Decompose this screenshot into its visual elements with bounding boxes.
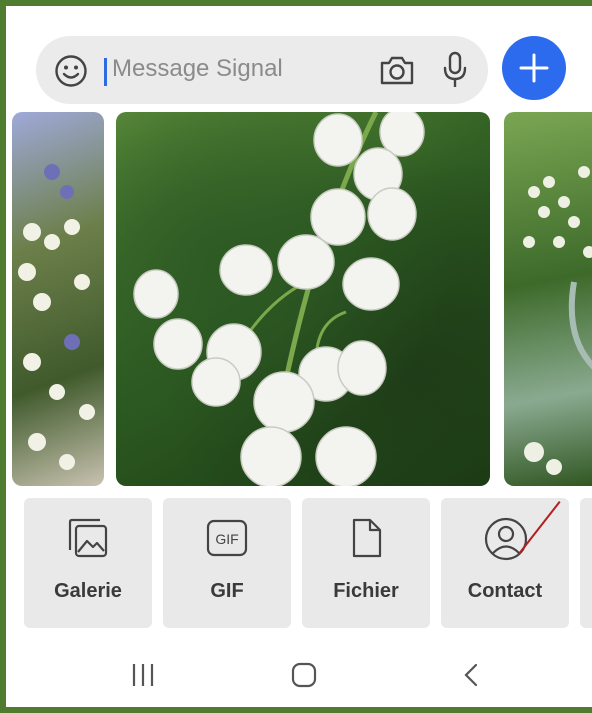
gif-icon-text: GIF <box>215 531 238 547</box>
attach-file-label: Fichier <box>333 580 399 602</box>
emoji-icon[interactable] <box>54 54 88 93</box>
plus-button[interactable] <box>502 36 566 100</box>
attach-gif-label: GIF <box>210 580 244 602</box>
text-cursor <box>104 58 107 86</box>
recent-apps-icon[interactable] <box>128 660 158 695</box>
message-composer[interactable]: Message Signal <box>36 36 488 104</box>
attach-contact-button[interactable]: Contact <box>441 498 569 628</box>
contact-icon <box>483 516 529 567</box>
gallery-icon <box>66 516 110 565</box>
microphone-icon[interactable] <box>440 50 470 95</box>
gif-icon: GIF <box>205 516 249 565</box>
screen-frame: Message Signal Galerie GIF GIF Fichier C… <box>0 0 592 713</box>
photo-right[interactable] <box>504 112 592 486</box>
photo-lily-of-the-valley[interactable] <box>116 112 490 486</box>
message-input[interactable]: Message Signal <box>112 55 283 83</box>
plus-icon <box>519 53 549 83</box>
attach-gallery-label: Galerie <box>54 580 122 602</box>
home-icon[interactable] <box>289 660 319 695</box>
file-icon <box>344 516 388 565</box>
back-icon[interactable] <box>457 660 487 695</box>
camera-icon[interactable] <box>378 52 416 93</box>
photo-left[interactable] <box>12 112 104 486</box>
attach-file-button[interactable]: Fichier <box>302 498 430 628</box>
attach-more-button[interactable] <box>580 498 592 628</box>
attach-gallery-button[interactable]: Galerie <box>24 498 152 628</box>
attach-contact-label: Contact <box>467 580 543 602</box>
attach-gif-button[interactable]: GIF GIF <box>163 498 291 628</box>
